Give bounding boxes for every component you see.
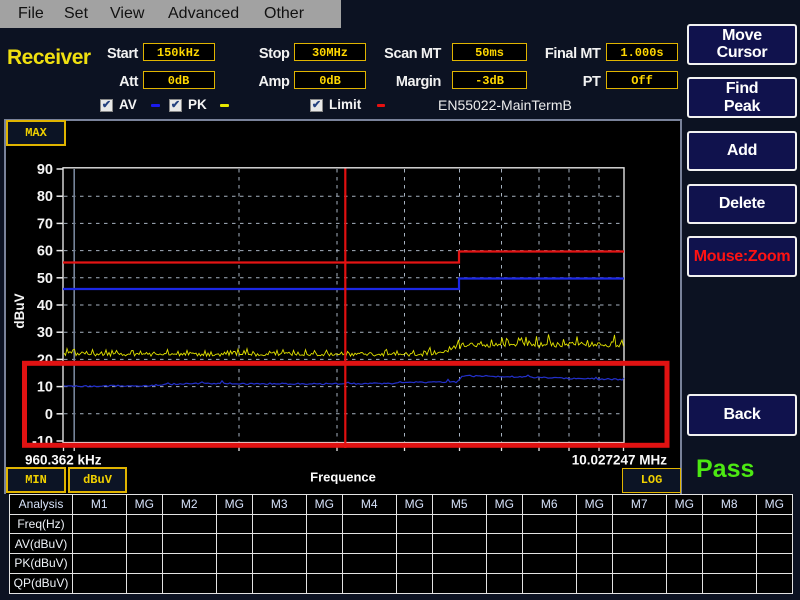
svg-text:70: 70 xyxy=(37,216,53,232)
svg-text:30: 30 xyxy=(37,325,53,341)
svg-text:50: 50 xyxy=(37,271,53,287)
svg-text:960.362 kHz: 960.362 kHz xyxy=(25,453,102,468)
svg-text:10: 10 xyxy=(37,380,53,396)
svg-text:90: 90 xyxy=(37,162,53,178)
svg-text:20: 20 xyxy=(37,352,53,368)
svg-text:dBuV: dBuV xyxy=(12,293,27,328)
svg-text:40: 40 xyxy=(37,298,53,314)
svg-text:Frequence: Frequence xyxy=(310,470,376,485)
svg-text:0: 0 xyxy=(45,407,53,423)
svg-text:10.027247 MHz: 10.027247 MHz xyxy=(572,453,668,468)
svg-text:60: 60 xyxy=(37,244,53,260)
svg-text:80: 80 xyxy=(37,189,53,205)
